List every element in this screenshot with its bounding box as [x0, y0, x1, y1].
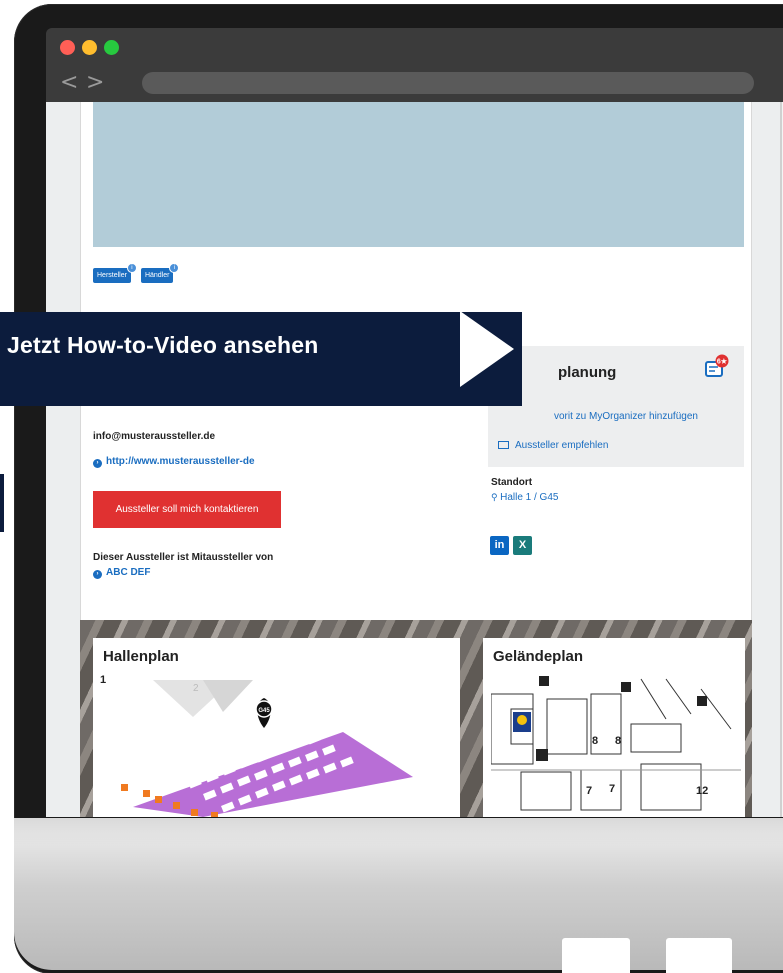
how-to-video-text: Jetzt How-to-Video ansehen: [7, 332, 319, 358]
badge-label: Händler: [144, 272, 170, 279]
stand-slot-right: [666, 938, 732, 973]
hall-plan-card[interactable]: Hallenplan 2 G45 1: [93, 638, 460, 817]
visit-planning-panel: planung 6★ vorit zu MyOrganizer hinzufüg…: [488, 346, 744, 467]
location-link[interactable]: ⚲ Halle 1 / G45: [491, 492, 558, 503]
planning-title: planung: [558, 364, 617, 381]
add-favorite-link[interactable]: vorit zu MyOrganizer hinzufügen: [554, 411, 698, 422]
forward-arrow-icon[interactable]: >: [86, 70, 104, 96]
hall-plan-title: Hallenplan: [103, 648, 179, 665]
window-zoom-dot[interactable]: [104, 40, 119, 55]
badge-label: Hersteller: [97, 272, 127, 279]
exhibitor-hero-image: [93, 102, 744, 247]
back-arrow-icon[interactable]: <: [60, 70, 78, 96]
co-exhibitor-link[interactable]: › ABC DEF: [93, 567, 150, 579]
exhibitor-website-link[interactable]: › http://www.musteraussteller-de: [93, 456, 255, 468]
hall-plan-map[interactable]: 2 G45: [93, 672, 460, 817]
address-bar[interactable]: [142, 72, 754, 94]
co-exhibitor-link-text: ABC DEF: [106, 567, 151, 578]
site-plan-map[interactable]: 8 8 7 7 12: [491, 674, 741, 814]
window-minimize-dot[interactable]: [82, 40, 97, 55]
stage: < > Hersteller i Händler i info@musterau…: [0, 0, 783, 973]
co-exhibitor-text: Dieser Aussteller ist Mitaussteller von: [93, 552, 274, 563]
organizer-icon[interactable]: 6★: [704, 354, 730, 378]
left-edge-accent: [0, 474, 4, 532]
window-close-dot[interactable]: [60, 40, 75, 55]
hall-number: 1: [100, 674, 107, 686]
stand-slot-left: [562, 938, 630, 973]
hall-marker-label: G45: [258, 708, 270, 714]
site-label: 7: [609, 783, 615, 795]
site-label: 8: [592, 735, 598, 747]
badge-hersteller[interactable]: Hersteller i: [93, 263, 137, 283]
exhibitor-email[interactable]: info@musteraussteller.de: [93, 431, 215, 442]
play-icon[interactable]: [458, 309, 518, 389]
xing-icon[interactable]: X: [513, 536, 532, 555]
browser-viewport: Hersteller i Händler i info@musterausste…: [46, 102, 783, 817]
location-value: Halle 1 / G45: [500, 492, 559, 503]
site-plan-title: Geländeplan: [493, 648, 584, 665]
arrow-circle-icon: ›: [93, 570, 102, 579]
hall-neighbor-number: 2: [193, 683, 199, 694]
chin-shadow: [14, 818, 783, 846]
site-label: 12: [696, 785, 708, 797]
site-label: 7: [586, 785, 592, 797]
exhibitor-type-badges: Hersteller i Händler i: [93, 263, 180, 283]
linkedin-icon[interactable]: in: [490, 536, 509, 555]
svg-text:6★: 6★: [717, 358, 728, 366]
info-dot-icon: i: [126, 263, 137, 273]
recommend-exhibitor-link[interactable]: Aussteller empfehlen: [498, 440, 608, 451]
website-text: http://www.musteraussteller-de: [106, 456, 255, 467]
contact-me-button[interactable]: Aussteller soll mich kontaktieren: [93, 491, 281, 528]
badge-haendler[interactable]: Händler i: [140, 263, 180, 283]
location-label: Standort: [491, 477, 533, 488]
how-to-video-banner[interactable]: Jetzt How-to-Video ansehen: [0, 312, 522, 406]
recommend-text: Aussteller empfehlen: [515, 440, 609, 451]
envelope-icon: [498, 441, 509, 449]
site-label: 8: [615, 735, 621, 747]
arrow-circle-icon: ›: [93, 459, 102, 468]
map-pin-icon: ⚲: [491, 492, 501, 502]
site-plan-card[interactable]: Geländeplan 8 8 7 7 12: [483, 638, 745, 817]
